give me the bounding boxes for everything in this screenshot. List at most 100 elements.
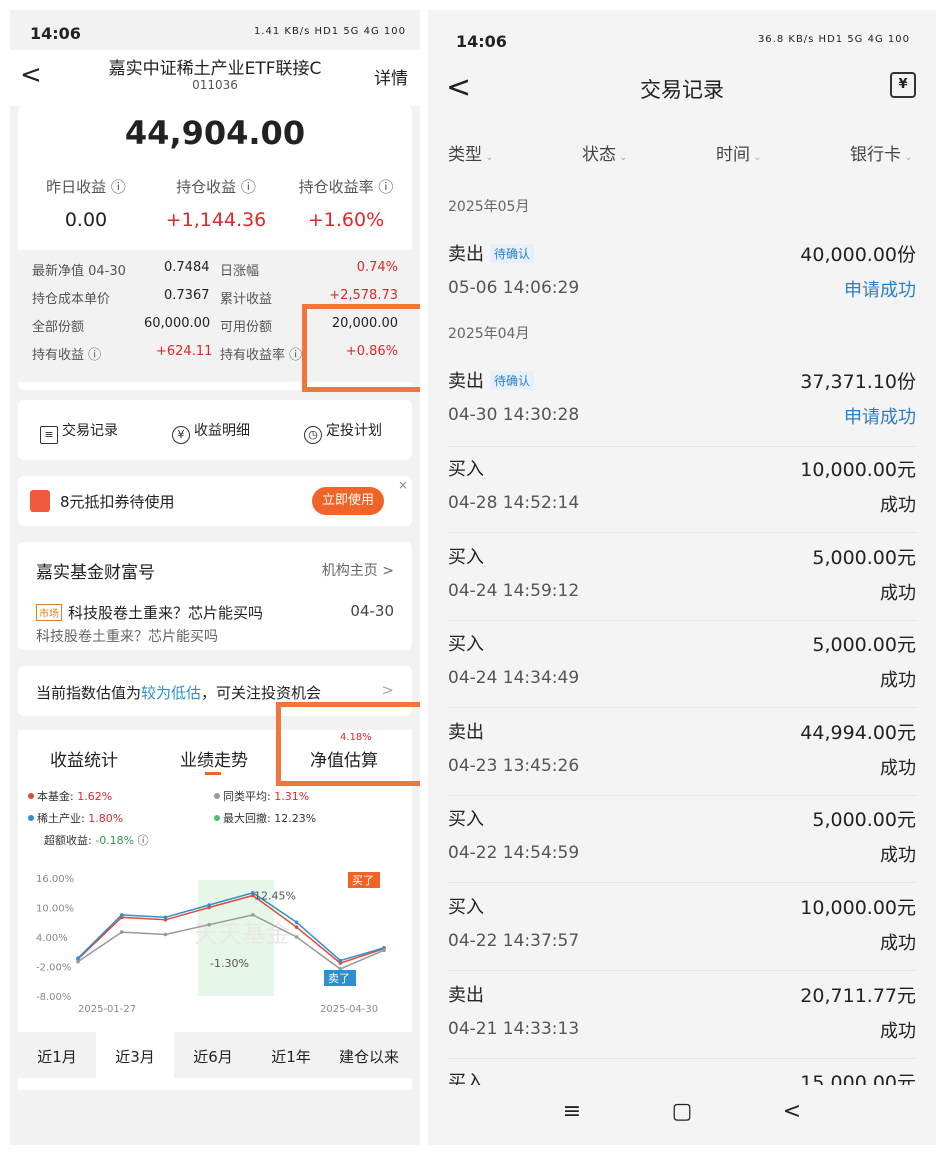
tx-status: 成功 [880,583,916,604]
menu-nav-icon[interactable]: ≡ [552,1099,592,1124]
status-time: 14:06 [456,32,507,51]
legend-drawdown: 最大回撤: 12.23% [214,810,316,826]
tx-date: 05-06 14:06:29 [448,278,580,298]
y-tick-label: 10.00% [36,904,74,915]
news-headline: 科技股卷土重来？芯片能买吗 [68,604,264,622]
action-menu: ≡ 交易记录 ¥ 收益明细 ◷ 定投计划 [18,400,412,460]
tx-type: 卖出 [448,722,484,743]
tab-profit-stats[interactable]: 收益统计 [50,746,118,771]
tx-type: 卖出 [448,985,484,1006]
close-icon[interactable]: × [398,478,408,492]
period-1m[interactable]: 近1月 [18,1046,96,1067]
tab-performance[interactable]: 业绩走势 [180,746,248,771]
tx-type: 买入 [448,459,484,480]
red-packet-icon [30,490,50,512]
menu-auto-invest[interactable]: ◷ 定投计划 [304,420,382,444]
calendar-yen-icon[interactable]: ¥ [890,72,916,98]
grid-key: 持有收益 ⓘ [32,348,102,363]
tx-status: 申请成功 [844,407,916,428]
tx-date: 04-23 13:45:26 [448,756,580,776]
stat-label: 持仓收益率 ⓘ [298,178,394,196]
status-time: 14:06 [30,24,81,43]
tx-amount: 10,000.00元 [800,459,916,481]
tx-type: 买入 [448,809,484,830]
news-card[interactable]: 嘉实基金财富号 机构主页 > 市场 科技股卷土重来？芯片能买吗 04-30 科技… [18,542,412,650]
list-item[interactable]: 卖出 待确认 37,371.10份 04-30 14:30:28 申请成功 [448,359,916,447]
fund-title: 嘉实中证稀土产业ETF联接C [108,59,322,79]
legend-peer-avg: 同类平均: 1.31% [214,788,309,804]
fund-detail-screen: 14:06 1.41 KB/s HD1 5G 4G 100 < 嘉实中证稀土产业… [10,10,420,1145]
data-point [119,913,124,917]
back-nav-icon[interactable]: < [772,1099,812,1124]
tx-amount: 5,000.00元 [812,634,916,656]
chart-annotation: -1.30% [210,957,249,970]
tx-date: 04-24 14:59:12 [448,581,580,601]
list-item[interactable]: 卖出 20,711.77元 04-21 14:33:13 成功 [448,973,916,1059]
tx-status: 成功 [880,670,916,691]
month-header: 2025年04月 [448,326,530,342]
tx-type: 卖出 待确认 [448,367,535,393]
document-icon: ≡ [40,426,58,444]
menu-trade-records[interactable]: ≡ 交易记录 [40,420,118,444]
news-tag: 市场 [36,604,62,621]
y-tick-label: 16.00% [36,874,74,885]
back-icon[interactable]: < [20,60,42,90]
list-item[interactable]: 买入 10,000.00元 04-22 14:37:57 成功 [448,885,916,971]
data-point [207,922,211,927]
institution-link[interactable]: 机构主页 > [322,560,394,580]
data-point [76,959,80,964]
system-nav-bar: ≡ ▢ < [428,1085,936,1145]
period-6m[interactable]: 近6月 [174,1046,252,1067]
tx-status: 成功 [880,1021,916,1042]
tx-amount: 40,000.00份 [800,244,916,266]
data-point [163,932,168,937]
tx-date: 04-22 14:54:59 [448,843,580,863]
list-item[interactable]: 卖出 44,994.00元 04-23 13:45:26 成功 [448,710,916,796]
tx-date: 04-21 14:33:13 [448,1019,580,1039]
list-item[interactable]: 买入 5,000.00元 04-24 14:59:12 成功 [448,535,916,621]
timer-icon: ◷ [304,426,322,444]
x-tick-label: 2025-01-27 [78,1004,136,1015]
tx-date: 04-22 14:37:57 [448,931,580,951]
list-item[interactable]: 卖出 待确认 40,000.00份 05-06 14:06:29 申请成功 [448,232,916,316]
filter-status[interactable]: 状态 ⌄ [582,140,628,165]
legend-excess: 超额收益: -0.18% ⓘ [44,834,149,847]
menu-label: 收益明细 [194,423,250,439]
trade-records-screen: 14:06 36.8 KB/s HD1 5G 4G 100 < 交易记录 ¥ 类… [428,10,936,1145]
grid-value: +624.11 [156,344,213,359]
filter-bank-card[interactable]: 银行卡 ⌄ [850,140,913,165]
tx-date: 04-28 14:52:14 [448,493,580,513]
home-nav-icon[interactable]: ▢ [662,1099,702,1124]
use-coupon-button[interactable]: 立即使用 [312,487,384,515]
filter-time[interactable]: 时间 ⌄ [716,140,762,165]
grid-key: 持仓成本单价 [32,292,111,307]
grid-key: 持有收益率 ⓘ [220,348,303,363]
detail-link[interactable]: 详情 [374,64,408,89]
stat-holding-rate: 持仓收益率 ⓘ +1.60% [278,176,414,231]
filter-type[interactable]: 类型 ⌄ [448,140,494,165]
tx-date: 04-24 14:34:49 [448,668,580,688]
coupon-text: 8元抵扣券待使用 [60,493,175,511]
tx-status: 成功 [880,758,916,779]
pending-badge: 待确认 [490,371,535,390]
tx-status: 成功 [880,495,916,516]
stat-holding-profit: 持仓收益 ⓘ +1,144.36 [148,176,284,231]
grid-value: 0.74% [356,260,398,275]
y-tick-label: -2.00% [36,963,71,974]
period-1y[interactable]: 近1年 [252,1046,330,1067]
stat-value: 0.00 [64,209,108,231]
list-item[interactable]: 买入 10,000.00元 04-28 14:52:14 成功 [448,447,916,533]
list-item[interactable]: 买入 5,000.00元 04-22 14:54:59 成功 [448,797,916,883]
grid-key: 最新净值 04-30 [32,264,126,279]
stat-value: +1.60% [307,209,385,231]
period-since-inception[interactable]: 建仓以来 [330,1046,408,1067]
data-point [119,930,124,934]
tx-amount: 10,000.00元 [800,897,916,919]
list-item[interactable]: 买入 5,000.00元 04-24 14:34:49 成功 [448,622,916,708]
menu-profit-detail[interactable]: ¥ 收益明细 [172,420,250,444]
period-3m[interactable]: 近3月 [96,1032,174,1078]
legend-index: 稀土产业: 1.80% [28,810,123,826]
stat-label: 昨日收益 ⓘ [46,178,126,196]
tx-type: 卖出 待确认 [448,240,535,266]
status-icons: 36.8 KB/s HD1 5G 4G 100 [757,34,910,45]
